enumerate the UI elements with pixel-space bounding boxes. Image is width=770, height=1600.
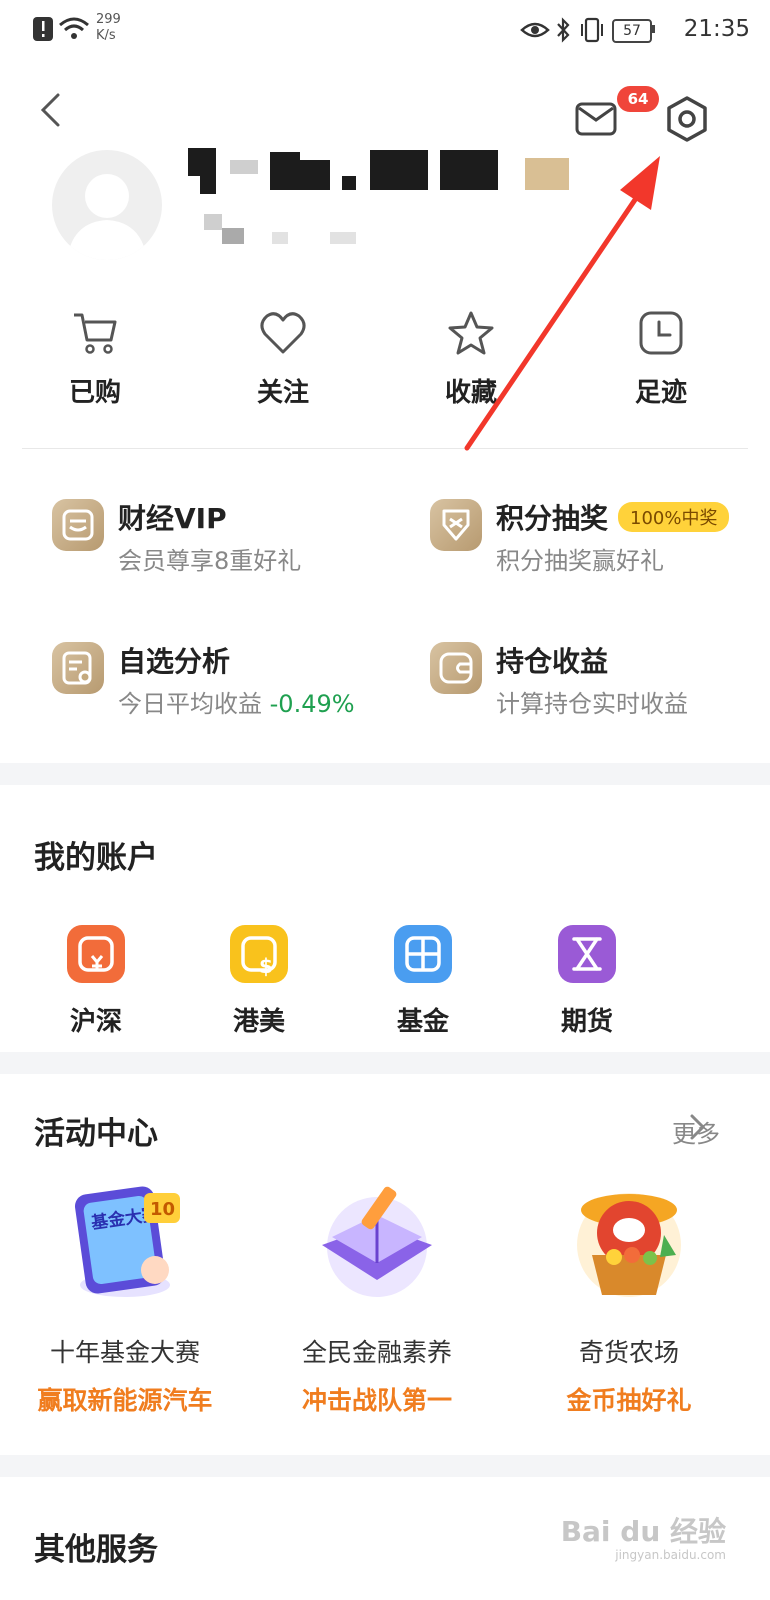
account-label: 沪深	[69, 1007, 122, 1037]
activity-name: 奇货农场	[578, 1338, 679, 1367]
feature-title: 财经VIP	[118, 502, 227, 535]
lottery-icon	[430, 499, 482, 551]
feature-title: 持仓收益	[496, 645, 609, 678]
feature-subtitle: 计算持仓实时收益	[496, 690, 688, 718]
account-hk-us[interactable]: $ 港美	[209, 925, 309, 1038]
status-bar: 299 K/s 57 21:35	[0, 0, 770, 60]
clock: 21:35	[683, 16, 750, 42]
message-badge: 64	[617, 86, 659, 112]
account-label: 基金	[396, 1007, 449, 1037]
feature-title: 积分抽奖 100%中奖	[496, 497, 730, 537]
message-icon[interactable]	[575, 100, 617, 138]
feature-title-text: 积分抽奖	[496, 502, 609, 535]
hourglass-icon	[558, 925, 616, 983]
account-shanghai-shenzhen[interactable]: 沪深	[46, 925, 146, 1038]
annotation-arrow	[464, 156, 660, 451]
section-separator	[0, 1455, 770, 1477]
analysis-icon	[52, 642, 104, 694]
alert-icon	[33, 17, 53, 41]
lottery-tag: 100%中奖	[618, 502, 730, 532]
activity-financial-literacy[interactable]: 全民金融素养 冲击战队第一	[252, 1175, 502, 1417]
watermark-brand: Bai du 经验	[560, 1515, 726, 1548]
default-avatar-icon	[67, 174, 147, 260]
activities-title: 活动中心	[34, 1116, 158, 1152]
quick-action-label: 已购	[68, 378, 121, 408]
account-futures[interactable]: 期货	[537, 925, 637, 1038]
chevron-right-icon[interactable]	[688, 1112, 708, 1142]
quick-action-follow[interactable]: 关注	[218, 310, 348, 409]
book-illustration	[312, 1175, 442, 1305]
account-label: 港美	[232, 1007, 285, 1037]
wifi-icon	[59, 17, 89, 39]
average-return-value: -0.49%	[269, 690, 355, 718]
feature-subtitle: 会员尊享8重好礼	[118, 547, 302, 575]
heart-icon	[260, 312, 306, 354]
battery-icon: 57	[612, 19, 652, 43]
speed-unit: K/s	[96, 28, 116, 43]
cart-icon	[74, 313, 117, 354]
activity-farm[interactable]: 奇货农场 金币抽好礼	[504, 1175, 754, 1417]
svg-text:$: $	[259, 954, 273, 978]
bluetooth-icon	[557, 17, 570, 43]
speed-value: 299	[96, 12, 121, 27]
activity-fund-contest[interactable]: 基金大赛 10 十年基金大赛 赢取新能源汽车	[0, 1175, 250, 1417]
accounts-title: 我的账户	[34, 840, 158, 876]
account-label: 期货	[560, 1007, 613, 1037]
activity-name: 十年基金大赛	[49, 1338, 200, 1367]
vip-icon	[52, 499, 104, 551]
feature-lottery[interactable]: 积分抽奖 100%中奖 积分抽奖赢好礼	[430, 497, 760, 587]
settings-icon[interactable]	[664, 95, 710, 143]
feature-position-returns[interactable]: 持仓收益 计算持仓实时收益	[430, 640, 760, 730]
section-separator	[0, 1052, 770, 1074]
eye-icon	[520, 22, 550, 38]
feature-subtitle: 今日平均收益 -0.49%	[118, 684, 355, 719]
fund-contest-art-number: 10	[150, 1199, 175, 1220]
activity-desc: 赢取新能源汽车	[37, 1386, 213, 1415]
activity-name: 全民金融素养	[301, 1338, 452, 1367]
back-icon[interactable]	[38, 92, 62, 128]
feature-title: 自选分析	[118, 645, 231, 678]
other-services-title: 其他服务	[34, 1532, 158, 1568]
farm-illustration	[564, 1175, 694, 1305]
vibrate-icon	[581, 17, 603, 43]
wallet-icon	[430, 642, 482, 694]
quick-action-label: 关注	[256, 378, 309, 408]
activity-desc: 金币抽好礼	[566, 1386, 692, 1415]
watermark-url: jingyan.baidu.com	[615, 1548, 726, 1562]
feature-vip[interactable]: 财经VIP 会员尊享8重好礼	[52, 497, 382, 587]
network-speed: 299 K/s	[96, 12, 121, 44]
feature-subtitle-text: 今日平均收益	[118, 690, 262, 718]
quick-action-purchased[interactable]: 已购	[30, 310, 160, 409]
fund-contest-illustration: 基金大赛 10	[60, 1175, 190, 1305]
dollar-icon: $	[230, 925, 288, 983]
avatar[interactable]	[52, 150, 162, 260]
yuan-icon	[67, 925, 125, 983]
section-separator	[0, 763, 770, 785]
grid-icon	[394, 925, 452, 983]
feature-watchlist-analysis[interactable]: 自选分析 今日平均收益 -0.49%	[52, 640, 412, 730]
account-fund[interactable]: 基金	[373, 925, 473, 1038]
activity-desc: 冲击战队第一	[301, 1386, 452, 1415]
battery-tip	[652, 25, 655, 33]
feature-subtitle: 积分抽奖赢好礼	[496, 547, 664, 575]
battery-level: 57	[623, 23, 641, 39]
